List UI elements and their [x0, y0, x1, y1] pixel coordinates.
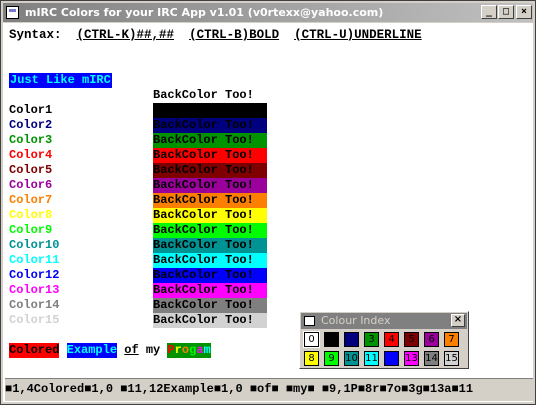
- backcolor-sample: BackColor Too!: [153, 313, 267, 328]
- sample-segment: a: [196, 343, 204, 358]
- palette-title: Colour Index: [321, 314, 391, 327]
- color-label: Color15: [9, 313, 60, 327]
- backcolor-sample: BackColor Too!: [153, 223, 267, 238]
- color-label: Color6: [9, 178, 53, 192]
- sample-segment: o: [181, 343, 190, 358]
- sample-text: Colored Example of my Progam: [9, 343, 211, 358]
- color-label: Color3: [9, 133, 53, 147]
- backcolor-header: BackColor Too!: [153, 88, 254, 102]
- syntax-item-bold: (CTRL-B)BOLD: [189, 28, 280, 42]
- backcolor-sample: BackColor Too!: [153, 163, 267, 178]
- palette-swatch[interactable]: 3: [364, 332, 379, 347]
- sample-segment: my: [138, 343, 168, 358]
- backcolor-sample: BackColor Too!: [153, 133, 267, 148]
- maximize-button[interactable]: □: [498, 5, 514, 19]
- palette-swatch[interactable]: 14: [424, 351, 439, 366]
- backcolor-sample: BackColor Too!: [153, 268, 267, 283]
- palette-swatch[interactable]: 9: [324, 351, 339, 366]
- palette-swatch[interactable]: 2: [344, 332, 359, 347]
- color-label: Color5: [9, 163, 53, 177]
- palette-swatch[interactable]: 13: [404, 351, 419, 366]
- colour-index-palette[interactable]: Colour Index × 0 1 2 3 4 5 6 7 8 9 10 11 12 13 14 15: [299, 311, 469, 369]
- color-label: Color2: [9, 118, 53, 132]
- palette-swatch[interactable]: 10: [344, 351, 359, 366]
- sample-segment: m: [203, 343, 211, 358]
- sample-segment: [117, 343, 125, 358]
- color-label: Color8: [9, 208, 53, 222]
- backcolor-sample: BackColor Too!: [153, 238, 267, 253]
- color-label: Color14: [9, 298, 60, 312]
- sample-segment: Colored: [9, 343, 60, 358]
- main-window: mIRC Colors for your IRC App v1.01 (v0rt…: [0, 0, 536, 405]
- color-label: Color13: [9, 283, 60, 297]
- syntax-item-underline: (CTRL-U)UNDERLINE: [294, 28, 422, 42]
- color-label: Color1: [9, 103, 53, 117]
- minimize-button[interactable]: _: [481, 5, 497, 19]
- syntax-item-color: (CTRL-K)##,##: [76, 28, 175, 42]
- backcolor-sample: BackColor Too!: [153, 118, 267, 133]
- sample-segment: of: [124, 343, 139, 358]
- palette-swatch[interactable]: 11: [364, 351, 379, 366]
- color-label: Color9: [9, 223, 53, 237]
- palette-swatch[interactable]: 8: [304, 351, 319, 366]
- backcolor-sample: BackColor Too!: [153, 193, 267, 208]
- backcolor-sample: BackColor Too!: [153, 208, 267, 223]
- sample-segment: [59, 343, 67, 358]
- palette-swatch[interactable]: 12: [384, 351, 399, 366]
- palette-swatch[interactable]: 4: [384, 332, 399, 347]
- color-label: Color11: [9, 253, 60, 267]
- sample-segment: g: [189, 343, 197, 358]
- palette-swatch[interactable]: 7: [444, 332, 459, 347]
- palette-close-button[interactable]: ×: [451, 314, 465, 327]
- color-label: Color12: [9, 268, 60, 282]
- palette-swatch[interactable]: 15: [444, 351, 459, 366]
- title-bar[interactable]: mIRC Colors for your IRC App v1.01 (v0rt…: [3, 3, 533, 22]
- palette-swatch[interactable]: 1: [324, 332, 339, 347]
- backcolor-sample: BackColor Too!: [153, 298, 267, 313]
- status-bar-code[interactable]: ■1,4Colored■1,0 ■11,12Example■1,0 ■of■ ■…: [5, 378, 533, 401]
- sample-segment: Example: [66, 343, 118, 358]
- sample-segment: P: [167, 343, 175, 358]
- just-like-mirc-label: Just Like mIRC: [9, 73, 112, 88]
- window-title: mIRC Colors for your IRC App v1.01 (v0rt…: [25, 6, 384, 19]
- app-icon[interactable]: [6, 6, 19, 19]
- sample-segment: r: [174, 343, 182, 358]
- color-label: Color10: [9, 238, 60, 252]
- syntax-line: Syntax: (CTRL-K)##,## (CTRL-B)BOLD (CTRL…: [9, 28, 422, 42]
- backcolor-sample: BackColor Too!: [153, 103, 267, 118]
- palette-swatch[interactable]: 5: [404, 332, 419, 347]
- palette-swatch[interactable]: 6: [424, 332, 439, 347]
- syntax-label: Syntax:: [9, 28, 62, 42]
- palette-title-bar[interactable]: Colour Index ×: [301, 313, 467, 329]
- backcolor-sample: BackColor Too!: [153, 253, 267, 268]
- palette-swatch[interactable]: 0: [303, 331, 320, 348]
- palette-window-icon: [304, 316, 315, 326]
- color-label: Color7: [9, 193, 53, 207]
- backcolor-sample: BackColor Too!: [153, 178, 267, 193]
- backcolor-sample: BackColor Too!: [153, 283, 267, 298]
- close-button[interactable]: ×: [516, 5, 532, 19]
- color-label: Color4: [9, 148, 53, 162]
- backcolor-sample: BackColor Too!: [153, 148, 267, 163]
